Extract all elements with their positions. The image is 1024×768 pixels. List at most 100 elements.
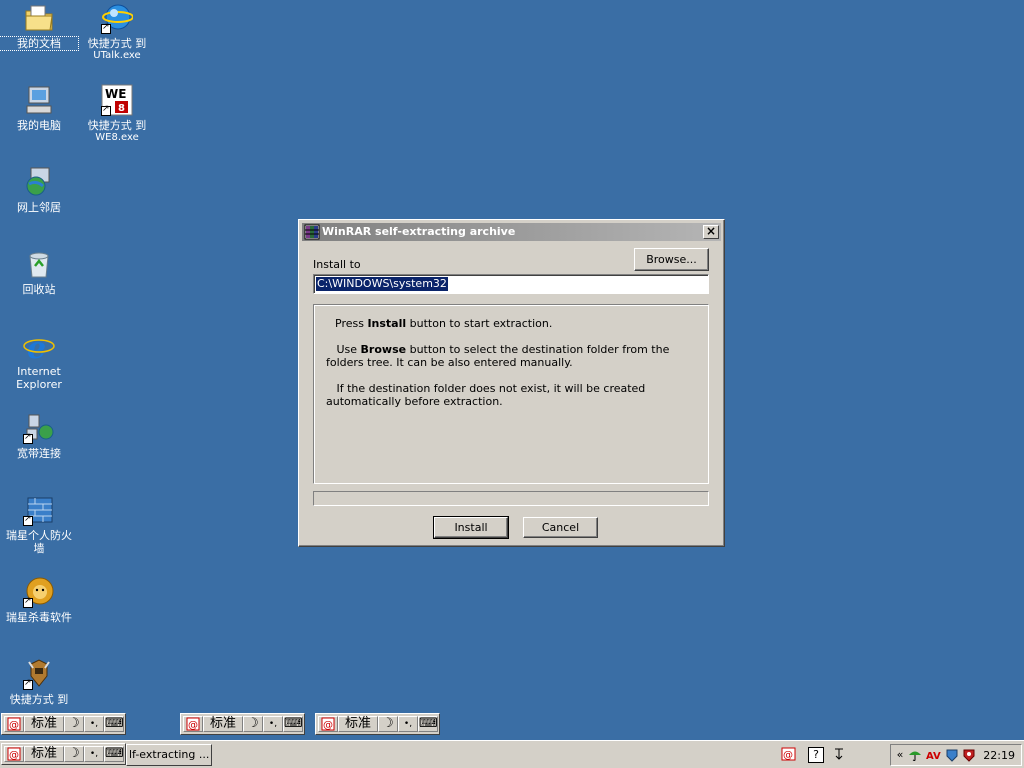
icon-label: 我的文档 [0, 36, 79, 51]
firewall-icon [23, 494, 55, 526]
close-icon: × [705, 224, 717, 238]
instructions-panel: Press Install button to start extraction… [313, 304, 709, 484]
icon-label: 宽带连接 [17, 447, 61, 460]
desktop-icon-network-places[interactable]: 网上邻居 [0, 166, 78, 214]
we8-icon: WE 8 [101, 84, 133, 116]
ime-mode-label[interactable]: 标准 [203, 716, 243, 732]
shortcut-arrow-icon [101, 104, 111, 116]
computer-icon [23, 84, 55, 116]
shortcut-arrow-icon [23, 678, 33, 690]
browse-button-label: Browse... [646, 253, 697, 266]
svg-text:@: @ [323, 720, 333, 731]
destination-path-value: C:\WINDOWS\system32 [316, 277, 448, 291]
ime-status-icon[interactable]: @ [781, 747, 796, 761]
moon-icon[interactable]: ☽ [64, 716, 84, 732]
desktop-icon-we8-shortcut[interactable]: WE 8 快捷方式 到 WE8.exe [78, 84, 156, 144]
install-button[interactable]: Install [433, 516, 509, 539]
ime-logo-icon[interactable]: @ [4, 716, 24, 732]
ime-logo-icon[interactable]: @ [318, 716, 338, 732]
lion-antivirus-icon [23, 576, 55, 608]
punctuation-icon[interactable]: •, [84, 716, 104, 732]
icon-label: 瑞星杀毒软件 [6, 611, 72, 624]
cancel-button[interactable]: Cancel [523, 517, 598, 538]
clock[interactable]: 22:19 [983, 749, 1015, 762]
icon-label: 快捷方式 到 [87, 119, 147, 132]
network-globe-icon [23, 166, 55, 198]
ime-logo-icon[interactable]: @ [4, 746, 24, 762]
svg-text:e: e [27, 331, 46, 362]
shortcut-arrow-icon [23, 514, 33, 526]
instruction-create-folder: If the destination folder does not exist… [326, 382, 646, 408]
desktop-icon-recycle-bin[interactable]: 回收站 [0, 248, 78, 296]
ime-toolbar-taskbar[interactable]: @ 标准 ☽ •, ⌨ [1, 743, 126, 765]
folder-icon [23, 2, 55, 34]
install-button-label: Install [454, 521, 488, 534]
winrar-icon [304, 224, 320, 240]
pen-icon[interactable] [832, 747, 846, 761]
icon-label: 瑞星个人防火墙 [6, 529, 72, 555]
ime-mode-label[interactable]: 标准 [24, 716, 64, 732]
broadband-connection-icon [23, 412, 55, 444]
svg-text:AV: AV [926, 751, 941, 762]
icon-sublabel: UTalk.exe [93, 50, 141, 61]
shortcut-arrow-icon [23, 596, 33, 608]
instruction-install: Press Install button to start extraction… [335, 317, 553, 330]
punctuation-icon[interactable]: •, [84, 746, 104, 762]
shield-icon[interactable] [962, 748, 976, 762]
antivirus-tray-icon[interactable]: AV [926, 748, 941, 762]
keyboard-icon[interactable]: ⌨ [283, 716, 303, 732]
instruction-browse: Use Browse button to select the destinat… [326, 343, 670, 369]
tray-expand-icon[interactable]: « [893, 748, 907, 762]
taskbar-button-label: lf-extracting ... [129, 748, 210, 761]
moon-icon[interactable]: ☽ [64, 746, 84, 762]
dialog-titlebar[interactable]: WinRAR self-extracting archive × [302, 223, 721, 241]
utalk-icon [101, 2, 134, 34]
ime-mode-label[interactable]: 标准 [338, 716, 378, 732]
keyboard-icon[interactable]: ⌨ [418, 716, 438, 732]
desktop-icon-rising-firewall[interactable]: 瑞星个人防火墙 [0, 494, 78, 555]
punctuation-icon[interactable]: •, [263, 716, 283, 732]
ime-mode-label[interactable]: 标准 [24, 746, 64, 762]
desktop-icon-rising-antivirus[interactable]: 瑞星杀毒软件 [0, 576, 78, 624]
taskbar-button-winrar[interactable]: lf-extracting ... [126, 744, 212, 766]
moon-icon[interactable]: ☽ [378, 716, 398, 732]
help-icon[interactable]: ? [808, 747, 824, 763]
ime-toolbar-1[interactable]: @ 标准 ☽ •, ⌨ [1, 713, 126, 735]
svg-text:8: 8 [118, 103, 125, 114]
desktop-icon-internet-explorer[interactable]: e Internet Explorer [0, 330, 78, 391]
dialog-title: WinRAR self-extracting archive [322, 225, 516, 238]
close-button[interactable]: × [703, 225, 719, 239]
icon-label: 网上邻居 [17, 201, 61, 214]
icon-label: 快捷方式 到 [87, 37, 147, 50]
ime-toolbar-3[interactable]: @ 标准 ☽ •, ⌨ [315, 713, 440, 735]
desktop-icon-broadband[interactable]: 宽带连接 [0, 412, 78, 460]
svg-text:WE: WE [105, 87, 126, 101]
umbrella-icon[interactable] [908, 748, 922, 762]
desktop-icon-my-computer[interactable]: 我的电脑 [0, 84, 78, 132]
desktop-icon-my-documents[interactable]: 我的文档 [0, 2, 79, 51]
keyboard-icon[interactable]: ⌨ [104, 716, 124, 732]
firewall-tray-icon[interactable] [945, 748, 959, 762]
icon-label: Internet Explorer [16, 365, 62, 391]
internet-explorer-icon: e [23, 330, 55, 366]
svg-text:@: @ [783, 750, 793, 761]
desktop-icon-game-shortcut[interactable]: 快捷方式 到 [0, 658, 78, 706]
shortcut-arrow-icon [23, 432, 33, 444]
browse-button[interactable]: Browse... [634, 248, 709, 271]
cancel-button-label: Cancel [541, 521, 580, 534]
svg-text:@: @ [9, 750, 19, 761]
ime-toolbar-2[interactable]: @ 标准 ☽ •, ⌨ [180, 713, 305, 735]
destination-path-input[interactable]: C:\WINDOWS\system32 [313, 274, 709, 294]
svg-text:@: @ [9, 720, 19, 731]
keyboard-icon[interactable]: ⌨ [104, 746, 124, 762]
taskbar: @ 标准 ☽ •, ⌨ lf-extracting ... @ ? « AV 2… [0, 740, 1024, 768]
install-to-label: Install to [313, 258, 361, 271]
moon-icon[interactable]: ☽ [243, 716, 263, 732]
ime-logo-icon[interactable]: @ [183, 716, 203, 732]
punctuation-icon[interactable]: •, [398, 716, 418, 732]
icon-sublabel: WE8.exe [95, 132, 139, 143]
icon-label: 快捷方式 到 [9, 693, 69, 706]
desktop-icon-utalk-shortcut[interactable]: 快捷方式 到 UTalk.exe [78, 2, 156, 62]
shortcut-arrow-icon [101, 22, 111, 34]
warrior-icon [23, 658, 55, 690]
